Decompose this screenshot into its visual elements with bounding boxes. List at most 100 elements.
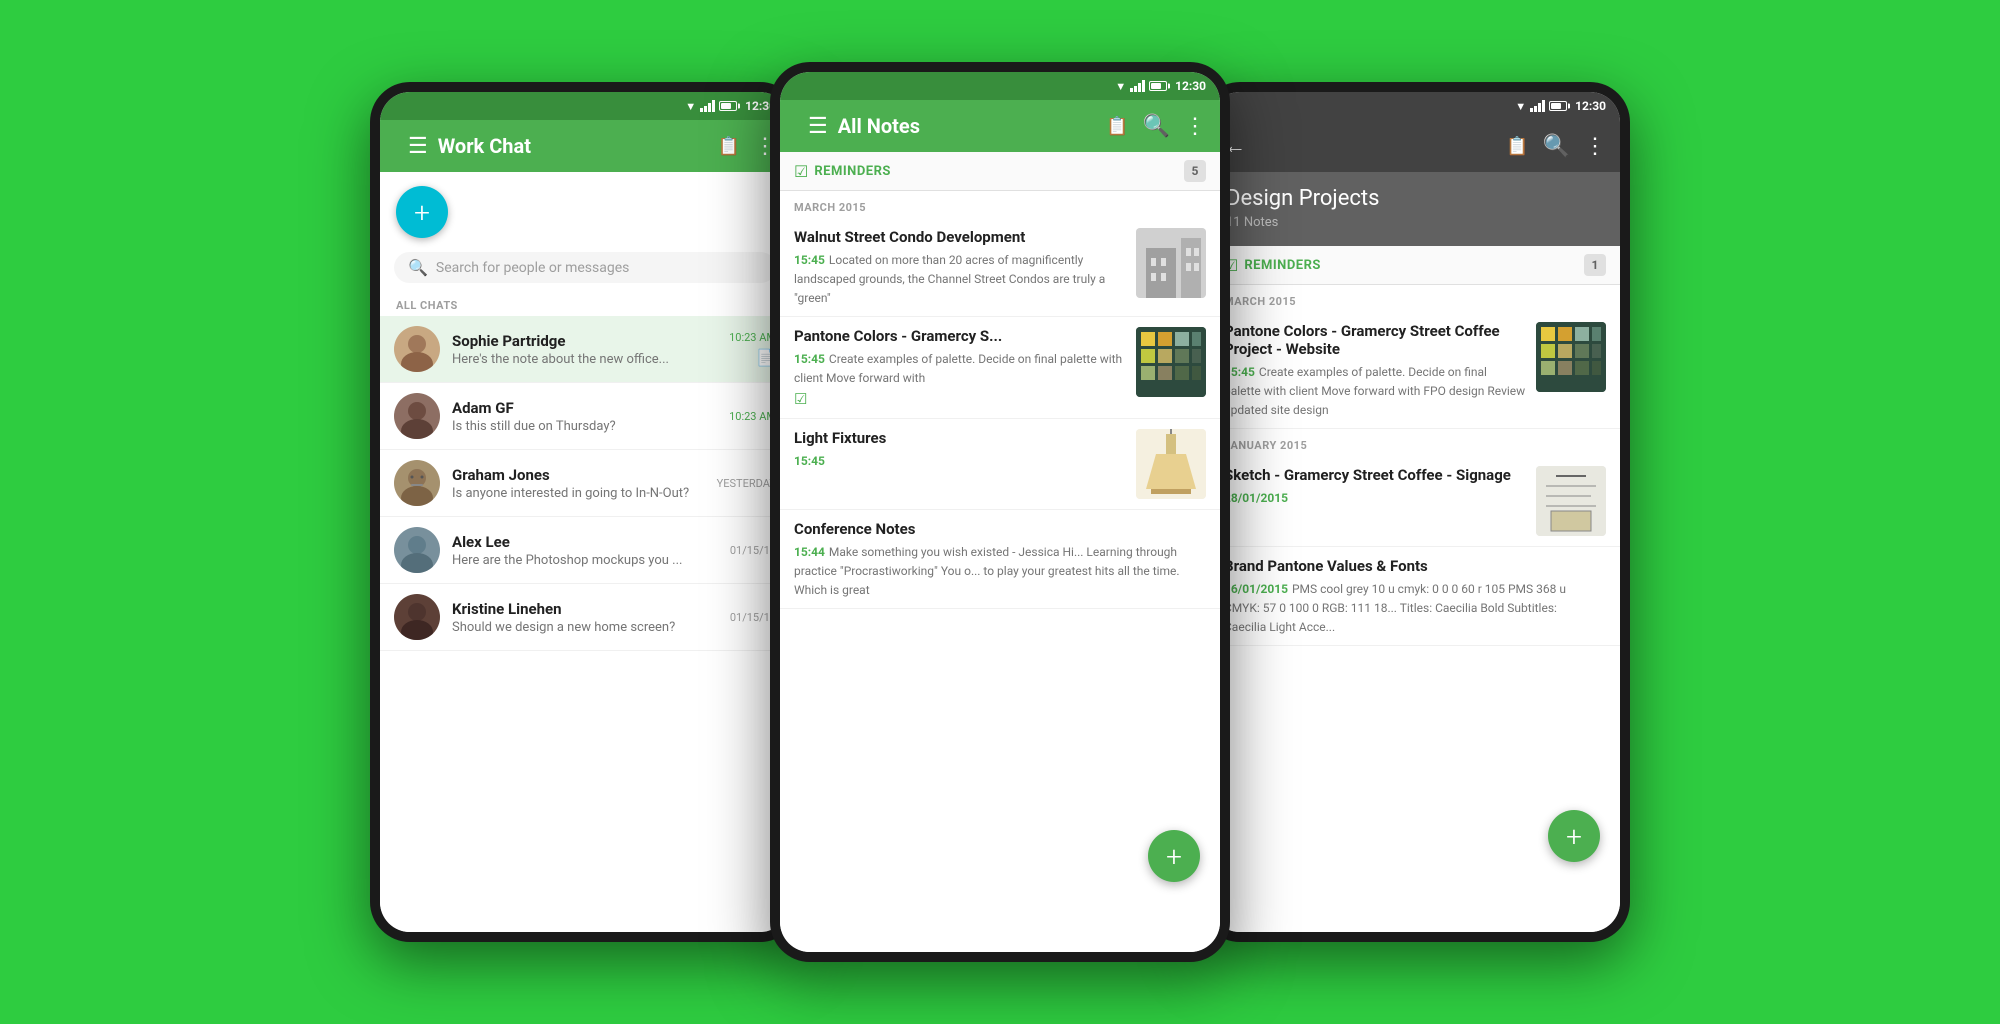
chat-name-1: Adam GF xyxy=(452,399,721,417)
reminders-label-3: REMINDERS xyxy=(1244,258,1584,273)
chat-info-1: Adam GF Is this still due on Thursday? xyxy=(452,399,721,434)
bar1-2 xyxy=(1130,88,1133,92)
note-body-3-0b: Create examples of palette. Decide on fi… xyxy=(1224,365,1525,417)
search-bar[interactable]: 🔍 Search for people or messages xyxy=(394,252,776,283)
search-icon-2[interactable]: 🔍 xyxy=(1143,114,1170,139)
evernote-icon-3[interactable]: 📋 xyxy=(1506,136,1528,157)
avatar-4 xyxy=(394,594,440,640)
notebook-header: Design Projects 11 Notes xyxy=(1210,172,1620,246)
status-bar-3: ▼ 12:30 xyxy=(1210,92,1620,120)
note-thumb-2 xyxy=(1136,429,1206,499)
chat-meta-2: YESTERDAY xyxy=(717,477,776,490)
palette-svg-3 xyxy=(1536,322,1606,392)
note-item-3[interactable]: Conference Notes 15:44 Make something yo… xyxy=(780,510,1220,609)
battery-icon-2 xyxy=(1149,81,1167,91)
status-time-2: 12:30 xyxy=(1175,79,1206,93)
signal-icon: ▼ xyxy=(685,100,696,113)
chat-item-1[interactable]: Adam GF Is this still due on Thursday? 1… xyxy=(380,383,790,450)
fab-button-2[interactable]: + xyxy=(1148,830,1200,882)
chat-preview-0: Here's the note about the new office... xyxy=(452,352,721,367)
more-icon-2[interactable]: ⋮ xyxy=(1184,114,1206,139)
avatar-svg-3 xyxy=(394,527,440,573)
toolbar-title-1: Work Chat xyxy=(438,134,704,158)
chat-fab[interactable]: + xyxy=(396,186,448,238)
chat-item-0[interactable]: Sophie Partridge Here's the note about t… xyxy=(380,316,790,383)
signal-bars xyxy=(700,100,715,112)
chat-item-2[interactable]: Graham Jones Is anyone interested in goi… xyxy=(380,450,790,517)
toolbar-title-2: All Notes xyxy=(838,114,1092,138)
battery-fill xyxy=(721,103,731,109)
reminders-bar-3[interactable]: ☑ REMINDERS 1 xyxy=(1210,246,1620,285)
chat-info-4: Kristine Linehen Should we design a new … xyxy=(452,600,722,635)
toolbar-3: ← 📋 🔍 ⋮ xyxy=(1210,120,1620,172)
notebook-subtitle: 11 Notes xyxy=(1226,215,1604,230)
all-chats-label: ALL CHATS xyxy=(380,293,790,316)
note-title-3-1: Sketch - Gramercy Street Coffee - Signag… xyxy=(1224,466,1526,484)
note-title-3: Conference Notes xyxy=(794,520,1196,538)
note-thumb-3-1 xyxy=(1536,466,1606,536)
note-item-3-2[interactable]: Brand Pantone Values & Fonts 16/01/2015 … xyxy=(1210,547,1620,646)
bar4-3 xyxy=(1542,100,1545,112)
note-item-0[interactable]: Walnut Street Condo Development 15:45 Lo… xyxy=(780,218,1220,317)
toolbar-1: ☰ Work Chat 📋 ⋮ xyxy=(380,120,790,172)
bar3-2 xyxy=(1138,83,1141,92)
note-text-1: Pantone Colors - Gramercy S... 15:45 Cre… xyxy=(794,327,1126,408)
note-item-2[interactable]: Light Fixtures 15:45 xyxy=(780,419,1220,510)
status-icons-1: ▼ 12:30 xyxy=(685,99,776,113)
toolbar-2: ☰ All Notes 📋 🔍 ⋮ xyxy=(780,100,1220,152)
note-text-3-1: Sketch - Gramercy Street Coffee - Signag… xyxy=(1224,466,1526,506)
search-icon-3[interactable]: 🔍 xyxy=(1543,134,1570,159)
note-body-3b: Make something you wish existed - Jessic… xyxy=(794,545,1180,597)
note-thumb-3-0 xyxy=(1536,322,1606,392)
battery-fill-2 xyxy=(1151,83,1161,89)
evernote-icon[interactable]: 📋 xyxy=(718,136,740,157)
signal-icon-3: ▼ xyxy=(1515,100,1526,113)
chat-info-0: Sophie Partridge Here's the note about t… xyxy=(452,332,721,367)
note-text-3-0: Pantone Colors - Gramercy Street Coffee … xyxy=(1224,322,1526,418)
battery-tip xyxy=(738,104,740,109)
note-item-3-1[interactable]: Sketch - Gramercy Street Coffee - Signag… xyxy=(1210,456,1620,547)
building-svg xyxy=(1136,228,1206,298)
chat-info-2: Graham Jones Is anyone interested in goi… xyxy=(452,466,709,501)
chat-preview-3: Here are the Photoshop mockups you ... xyxy=(452,553,722,568)
battery-icon xyxy=(719,101,737,111)
signal-bars-2 xyxy=(1130,80,1145,92)
chat-name-2: Graham Jones xyxy=(452,466,709,484)
hamburger-icon[interactable]: ☰ xyxy=(408,134,428,159)
bar3 xyxy=(708,103,711,112)
avatar-svg-1 xyxy=(394,393,440,439)
bar4 xyxy=(712,100,715,112)
note-item-1[interactable]: Pantone Colors - Gramercy S... 15:45 Cre… xyxy=(780,317,1220,419)
chat-item-4[interactable]: Kristine Linehen Should we design a new … xyxy=(380,584,790,651)
hamburger-icon-2[interactable]: ☰ xyxy=(808,114,828,139)
avatar-svg-0 xyxy=(394,326,440,372)
attach-icon-1: ☑ xyxy=(794,390,1126,408)
status-icons-2: ▼ 12:30 xyxy=(1115,79,1206,93)
note-body-1b: Create examples of palette. Decide on fi… xyxy=(794,352,1122,385)
bar1 xyxy=(700,108,703,112)
note-title-2: Light Fixtures xyxy=(794,429,1126,447)
note-thumb-0 xyxy=(1136,228,1206,298)
note-item-3-0[interactable]: Pantone Colors - Gramercy Street Coffee … xyxy=(1210,312,1620,429)
reminders-bar-2[interactable]: ☑ REMINDERS 5 xyxy=(780,152,1220,191)
date-sep-march-2: MARCH 2015 xyxy=(780,191,1220,218)
chat-preview-1: Is this still due on Thursday? xyxy=(452,419,721,434)
evernote-icon-2[interactable]: 📋 xyxy=(1106,116,1128,137)
more-icon-3[interactable]: ⋮ xyxy=(1584,134,1606,159)
phone-2-screen: ▼ 12:30 ☰ All Notes xyxy=(780,72,1220,952)
status-bar-2: ▼ 12:30 xyxy=(780,72,1220,100)
chat-screen: + 🔍 Search for people or messages ALL CH… xyxy=(380,172,790,932)
bar1-3 xyxy=(1530,108,1533,112)
chat-list: Sophie Partridge Here's the note about t… xyxy=(380,316,790,932)
avatar-2 xyxy=(394,460,440,506)
chat-name-4: Kristine Linehen xyxy=(452,600,722,618)
note-time-2: 15:45 xyxy=(794,454,825,468)
chat-item-3[interactable]: Alex Lee Here are the Photoshop mockups … xyxy=(380,517,790,584)
palette-svg xyxy=(1136,327,1206,397)
bar4-2 xyxy=(1142,80,1145,92)
phone-3-screen: ▼ 12:30 ← 📋 xyxy=(1210,92,1620,932)
note-title-0: Walnut Street Condo Development xyxy=(794,228,1126,246)
fab-button-3[interactable]: + xyxy=(1548,810,1600,862)
sketch-svg xyxy=(1536,466,1606,536)
signal-bars-3 xyxy=(1530,100,1545,112)
